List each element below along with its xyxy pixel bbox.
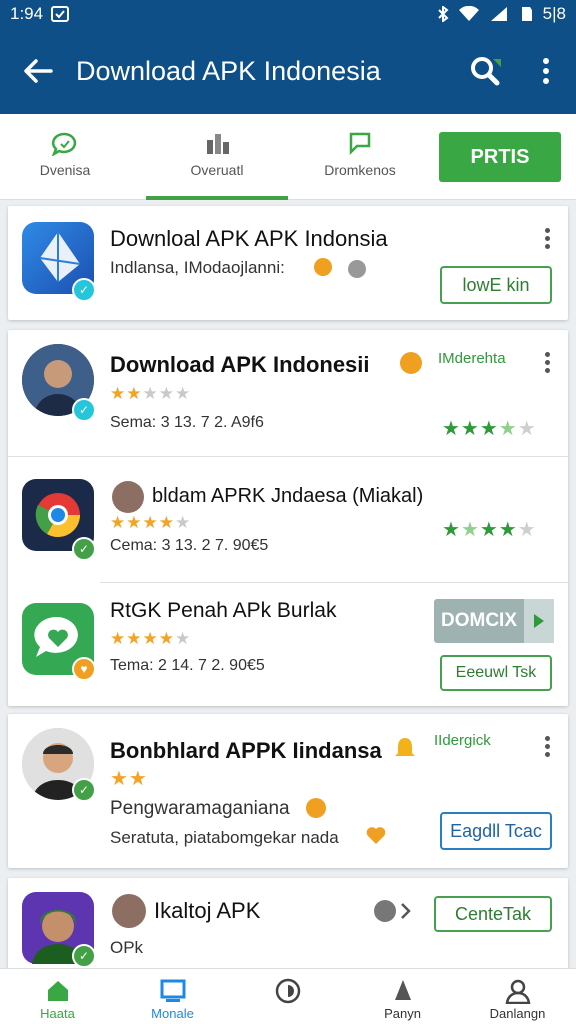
- download-split-button[interactable]: DOMCIX: [434, 599, 554, 643]
- profile-icon: [505, 979, 530, 1004]
- app-title: Download APK Indonesii: [110, 352, 370, 377]
- app-card[interactable]: ✓ Downloal APK APK Indonsia Indlansa, IM…: [8, 206, 568, 320]
- secondary-button[interactable]: Eeeuwl Tsk: [440, 655, 552, 691]
- green-star-rating: ★★★★★: [442, 519, 537, 541]
- more-vert-icon[interactable]: [544, 228, 552, 252]
- install-button[interactable]: lowE kin: [440, 266, 552, 304]
- search-icon: [471, 57, 501, 86]
- prtis-button[interactable]: PRTIS: [439, 132, 561, 182]
- home-icon: [47, 981, 68, 1001]
- bars-icon: [207, 134, 229, 154]
- heart-badge-icon: ♥: [72, 657, 96, 681]
- list-item[interactable]: ♥ RtGK Penah APk Burlak ★★★★★ Tema: 2 14…: [8, 583, 568, 705]
- nav-item-home[interactable]: Haata: [0, 969, 115, 1024]
- nav-label: Monale: [151, 1006, 194, 1021]
- star-rating: ★★★★★: [110, 513, 192, 532]
- arrow-left-icon: [24, 59, 53, 83]
- list-item[interactable]: ✓ bldam APRK Jndaesa (Miakal) ★★★★★ Cema…: [8, 457, 568, 583]
- more-vert-icon[interactable]: [544, 736, 552, 760]
- person-icon: [394, 980, 411, 1000]
- app-line1: OPk: [110, 938, 144, 957]
- verified-badge-icon: ✓: [72, 537, 96, 561]
- app-meta: Sema: 3 13. 7 2. A9f6: [110, 414, 264, 431]
- battery-text: 5|8: [542, 4, 566, 23]
- app-subtitle: Indlansa, IModaojlanni:: [110, 258, 285, 277]
- flag-icon: [349, 132, 371, 156]
- nav-item-profile[interactable]: Danlangn: [460, 969, 575, 1024]
- nav-label: Panyn: [384, 1006, 421, 1021]
- green-star-rating: ★★★★★: [442, 418, 537, 440]
- app-line2: Seratuta, piatabomgekar nada: [110, 828, 339, 847]
- back-button[interactable]: [0, 58, 76, 84]
- more-vert-icon: [543, 58, 549, 84]
- chat-bubble-icon: [51, 132, 77, 156]
- app-meta: Cema: 3 13. 2 7. 90€5: [110, 537, 269, 554]
- nav-item-monitor[interactable]: Monale: [115, 969, 230, 1024]
- tab-overuatl[interactable]: Overuatl: [146, 114, 288, 200]
- chevron-circle-icon: [374, 900, 396, 922]
- status-time: 1:94: [10, 4, 44, 23]
- monitor-icon: [160, 979, 185, 1002]
- overflow-menu-button[interactable]: [516, 57, 576, 85]
- verified-badge-icon: ✓: [72, 278, 96, 302]
- status-bar: 1:94 5|8: [0, 0, 576, 28]
- action-button[interactable]: CenteTak: [434, 896, 552, 932]
- nav-item-coin[interactable]: [230, 969, 345, 1024]
- app-title: Downloal APK APK Indonsia: [110, 226, 388, 251]
- tab-label: Overuatl: [190, 162, 244, 178]
- app-title: Bonbhlard APPK Iindansa: [110, 738, 382, 763]
- download-button-label: DOMCIX: [441, 610, 517, 631]
- chevron-circle-icon: [348, 260, 366, 278]
- small-avatar: [112, 894, 146, 928]
- search-button[interactable]: [456, 55, 516, 87]
- page-title: Download APK Indonesia: [76, 55, 381, 86]
- coin-icon: [306, 798, 326, 818]
- tab-dvenisa[interactable]: Dvenisa: [0, 114, 130, 200]
- tab-label: Dromkenos: [324, 162, 396, 178]
- sd-card-icon: [521, 7, 532, 21]
- nav-label: Haata: [40, 1006, 75, 1021]
- nav-item-person[interactable]: Panyn: [345, 969, 460, 1024]
- star-rating: ★★: [110, 768, 148, 790]
- tag-label: IMderehta: [438, 350, 506, 367]
- app-title: RtGK Penah APk Burlak: [110, 599, 337, 622]
- notification-icon: [51, 6, 70, 22]
- star-rating: ★★★★★: [110, 384, 192, 403]
- tab-dromkenos[interactable]: Dromkenos: [300, 114, 420, 200]
- app-list-card: ✓ Download APK Indonesii IMderehta ★★★★★…: [8, 330, 568, 706]
- nav-label: Danlangn: [489, 1006, 546, 1021]
- bell-icon: [395, 738, 415, 756]
- verified-badge-icon: ✓: [72, 778, 96, 802]
- tag-label: IIdergick: [434, 732, 491, 749]
- bottom-navigation: Haata Monale Panyn Danlangn: [0, 968, 576, 1024]
- coin-icon: [314, 258, 332, 276]
- bluetooth-icon: [437, 6, 449, 22]
- app-bar: Download APK Indonesia: [0, 28, 576, 114]
- award-icon: [400, 352, 422, 374]
- app-line1: Pengwaramaganiana: [110, 798, 290, 819]
- app-card[interactable]: ✓ Bonbhlard APPK Iindansa IIdergick ★★ P…: [8, 714, 568, 868]
- play-arrow-icon: [524, 599, 554, 643]
- more-vert-icon[interactable]: [544, 352, 552, 376]
- verified-badge-icon: ✓: [72, 944, 96, 968]
- coin-icon: [275, 978, 300, 1004]
- verified-badge-icon: ✓: [72, 398, 96, 422]
- action-button[interactable]: Eagdll Tcac: [440, 812, 552, 850]
- star-rating: ★★★★★: [110, 629, 192, 648]
- signal-icon: [490, 7, 507, 21]
- chevron-right-icon: [401, 903, 411, 919]
- app-card[interactable]: ✓ Ikaltoj APK OPk CenteTak: [8, 878, 568, 978]
- app-meta: Tema: 2 14. 7 2. 90€5: [110, 657, 265, 674]
- list-item[interactable]: ✓ Download APK Indonesii IMderehta ★★★★★…: [8, 330, 568, 456]
- wifi-icon: [458, 6, 479, 21]
- heart-icon: [366, 827, 386, 844]
- app-title: bldam APRK Jndaesa (Miakal): [152, 485, 424, 507]
- small-avatar: [112, 481, 144, 513]
- tab-label: Dvenisa: [39, 162, 91, 178]
- app-title: Ikaltoj APK: [154, 898, 261, 923]
